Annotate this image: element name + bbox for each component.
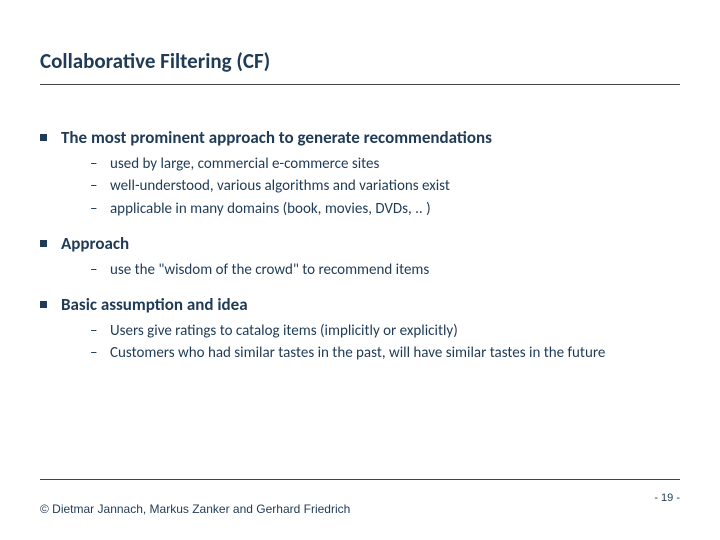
dash-icon: –: [90, 260, 104, 280]
section-heading: Basic assumption and idea: [40, 294, 680, 315]
bullet-square-icon: [40, 134, 47, 141]
bullet-square-icon: [40, 301, 47, 308]
page-number: - 19 -: [654, 492, 680, 504]
section-heading: The most prominent approach to generate …: [40, 127, 680, 148]
section-heading-text: The most prominent approach to generate …: [61, 127, 492, 148]
section-0: The most prominent approach to generate …: [40, 127, 680, 219]
list-item: –Customers who had similar tastes in the…: [90, 343, 680, 363]
list-item-text: Users give ratings to catalog items (imp…: [110, 321, 458, 341]
section-2: Basic assumption and idea –Users give ra…: [40, 294, 680, 364]
dash-icon: –: [90, 321, 104, 341]
section-heading-text: Basic assumption and idea: [61, 294, 248, 315]
dash-icon: –: [90, 199, 104, 219]
list-item-text: applicable in many domains (book, movies…: [110, 199, 431, 219]
section-1: Approach –use the "wisdom of the crowd" …: [40, 233, 680, 280]
list-item-text: used by large, commercial e-commerce sit…: [110, 154, 379, 174]
section-heading-text: Approach: [61, 233, 129, 254]
dash-icon: –: [90, 154, 104, 174]
list-item-text: Customers who had similar tastes in the …: [110, 343, 605, 363]
list-item: –Users give ratings to catalog items (im…: [90, 321, 680, 341]
list-item: –well-understood, various algorithms and…: [90, 176, 680, 196]
sublist: –used by large, commercial e-commerce si…: [40, 154, 680, 219]
footer-divider: [40, 479, 680, 480]
dash-icon: –: [90, 343, 104, 363]
list-item-text: use the "wisdom of the crowd" to recomme…: [110, 260, 429, 280]
section-heading: Approach: [40, 233, 680, 254]
dash-icon: –: [90, 176, 104, 196]
list-item: –applicable in many domains (book, movie…: [90, 199, 680, 219]
bullet-square-icon: [40, 240, 47, 247]
list-item: –used by large, commercial e-commerce si…: [90, 154, 680, 174]
list-item: –use the "wisdom of the crowd" to recomm…: [90, 260, 680, 280]
page-title: Collaborative Filtering (CF): [40, 48, 680, 85]
copyright: © Dietmar Jannach, Markus Zanker and Ger…: [40, 502, 350, 516]
list-item-text: well-understood, various algorithms and …: [110, 176, 450, 196]
slide: Collaborative Filtering (CF) The most pr…: [0, 0, 720, 540]
sublist: –use the "wisdom of the crowd" to recomm…: [40, 260, 680, 280]
sublist: –Users give ratings to catalog items (im…: [40, 321, 680, 364]
